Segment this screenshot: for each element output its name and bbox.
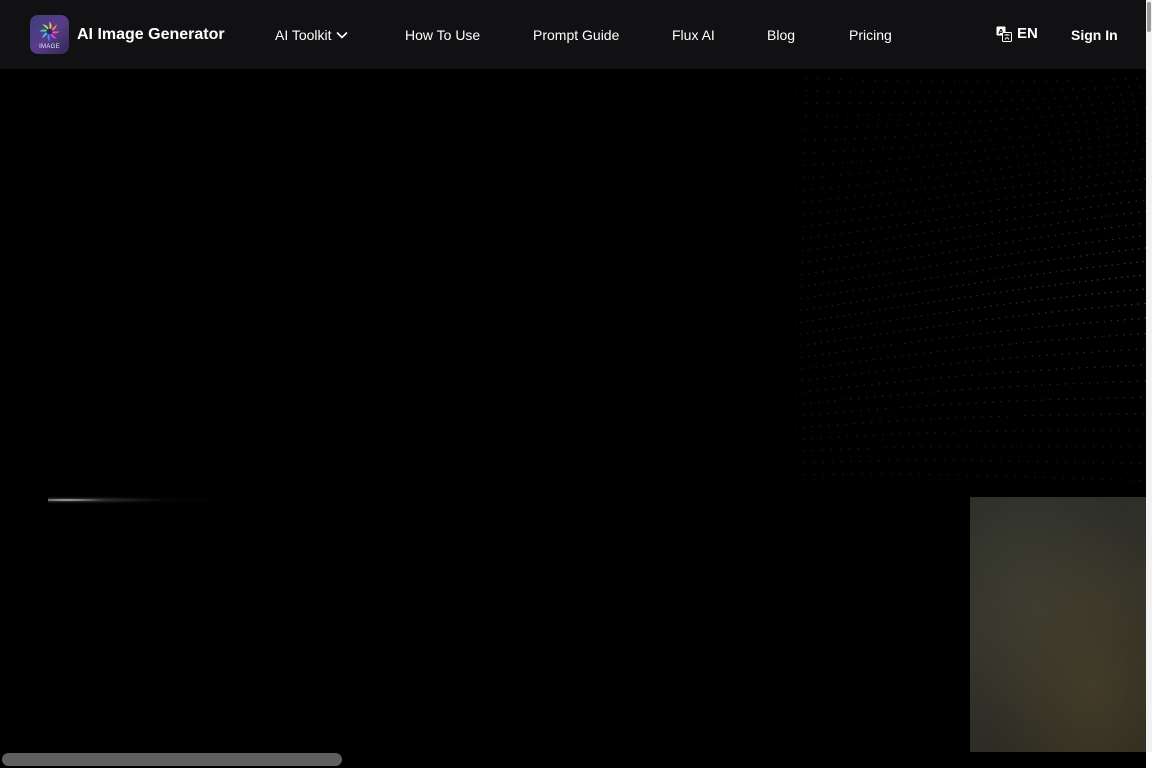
nav-ai-toolkit-label: AI Toolkit — [275, 27, 332, 43]
language-label: EN — [1017, 25, 1038, 42]
nav-blog[interactable]: Blog — [767, 26, 795, 44]
brand[interactable]: IMAGE AI Image Generator — [30, 15, 225, 54]
app-logo: IMAGE — [30, 15, 69, 54]
scrollbar-corner — [1146, 752, 1152, 768]
aperture-icon — [39, 21, 60, 42]
nav-prompt-guide[interactable]: Prompt Guide — [533, 26, 619, 44]
logo-text: IMAGE — [39, 44, 60, 50]
sign-in-button[interactable]: Sign In — [1071, 27, 1118, 43]
brand-name: AI Image Generator — [77, 25, 225, 43]
nav-ai-toolkit[interactable]: AI Toolkit — [275, 26, 348, 44]
chevron-down-icon — [335, 31, 348, 39]
vertical-scrollbar-thumb[interactable] — [1147, 2, 1151, 32]
horizontal-scrollbar-thumb[interactable] — [2, 753, 342, 766]
light-streak — [48, 495, 228, 505]
preview-image — [970, 497, 1146, 752]
nav-how-to-use[interactable]: How To Use — [405, 26, 480, 44]
nav-flux-ai[interactable]: Flux AI — [672, 26, 715, 44]
translate-icon: A — [996, 26, 1012, 42]
vertical-scrollbar[interactable] — [1146, 0, 1152, 752]
top-navbar: IMAGE AI Image Generator AI Toolkit How … — [0, 0, 1146, 69]
dot-wave-background — [795, 77, 1146, 482]
nav-pricing[interactable]: Pricing — [849, 26, 892, 44]
language-selector[interactable]: A EN — [996, 25, 1038, 42]
